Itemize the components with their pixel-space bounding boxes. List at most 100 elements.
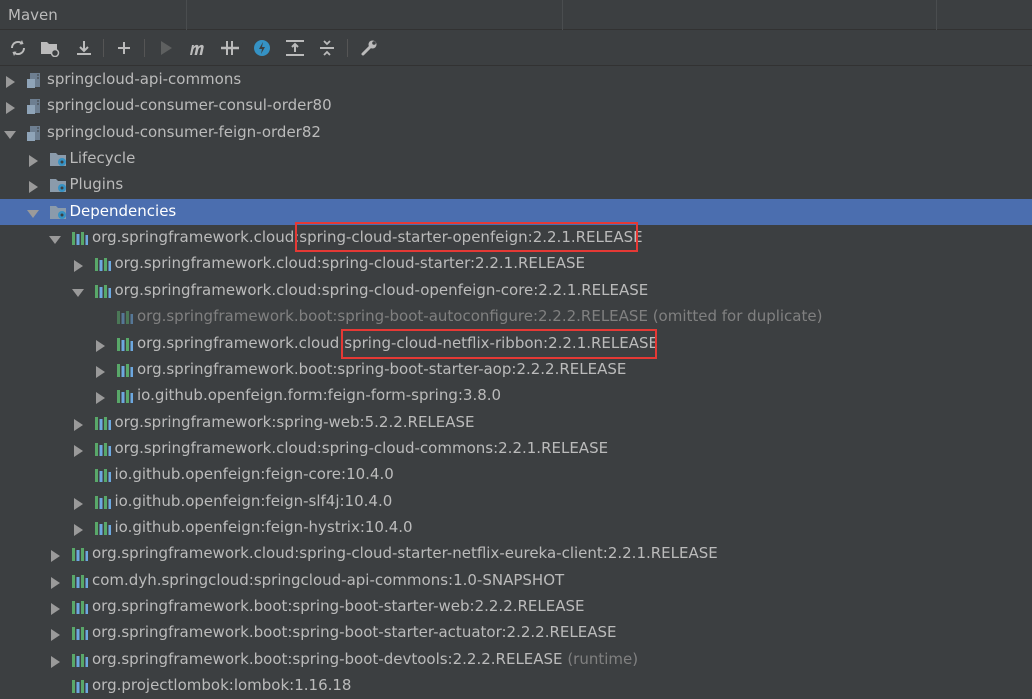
node-icon [116,308,134,326]
expand-toggle[interactable] [49,575,61,589]
dependency-row[interactable]: com.dyh.springcloud:springcloud-api-comm… [0,568,1032,594]
plugins-node[interactable]: Plugins [0,172,1032,198]
maven-projects-tree[interactable]: org.projectlombok:lombok:1.16.18 org.spri… [0,67,1032,695]
toolbar-separator [103,39,104,57]
node-label: org.projectlombok:lombok:1.16.18 [92,676,351,694]
expand-toggle[interactable] [27,153,39,168]
lifecycle-node[interactable]: Lifecycle [0,146,1032,172]
node-label: org.springframework.boot:spring-boot-sta… [137,360,626,378]
run-button[interactable] [154,36,178,60]
maven-module-icon [27,125,40,141]
expand-toggle[interactable] [49,627,61,642]
settings-icon [361,40,377,56]
dependency-row[interactable]: org.springframework.boot:spring-boot-aut… [0,304,1032,330]
project-springcloud-consumer-consul-order80[interactable]: springcloud-consumer-consul-order80 [0,93,1032,119]
add-maven-projects-icon [41,42,60,57]
folder-config-icon [49,205,66,219]
expand-toggle[interactable] [72,522,84,536]
dependency-row[interactable]: org.projectlombok:lombok:1.16.18 [0,673,1032,699]
expand-toggle[interactable] [72,496,84,510]
node-label: Dependencies [70,202,177,220]
collapsed-arrow-icon [51,629,60,642]
expand-toggle[interactable] [49,548,61,563]
collapse-toggle[interactable] [49,232,61,245]
node-label-group: org.springframework.cloud: [137,333,345,352]
library-icon [72,548,88,562]
expand-toggle[interactable] [94,338,106,352]
dependency-row[interactable]: org.springframework.boot:spring-boot-sta… [0,357,1032,383]
library-icon [117,390,133,404]
expand-toggle[interactable] [72,443,84,457]
expand-toggle[interactable] [72,417,84,431]
node-label: springcloud-consumer-feign-order82 [47,123,321,141]
download-sources-icon [77,41,91,55]
collapse-all-button[interactable] [315,36,339,60]
expand-toggle[interactable] [94,390,106,405]
node-label: io.github.openfeign:feign-slf4j:10.4.0 [115,492,393,510]
run-icon [161,41,172,55]
dependency-row[interactable]: org.springframework:spring-web:5.2.2.REL… [0,410,1032,436]
plus-button[interactable] [112,36,136,60]
node-label: io.github.openfeign.form:feign-form-spri… [137,386,501,404]
expand-toggle[interactable] [94,364,106,378]
panel-title: Maven [8,6,58,24]
dependency-row[interactable]: org.springframework.cloud:spring-cloud-c… [0,436,1032,462]
dependencies-node[interactable]: Dependencies [0,198,1032,225]
expand-toggle[interactable] [49,654,61,668]
node-icon [116,361,134,379]
toggle-offline-icon [221,41,239,55]
library-icon [94,469,111,483]
expand-toggle[interactable] [4,74,16,88]
node-icon [94,440,112,458]
node-label-text: Dependencies [69,201,177,220]
skip-tests-button[interactable] [250,36,274,60]
add-maven-projects-button[interactable] [38,36,62,60]
dependency-row[interactable]: org.springframework.boot:spring-boot-dev… [0,647,1032,673]
dependency-row[interactable]: org.springframework.boot:spring-boot-sta… [0,594,1032,620]
toggle-offline-button[interactable] [218,36,242,60]
node-label: org.springframework.boot:spring-boot-dev… [92,650,638,668]
node-label: springcloud-consumer-consul-order80 [47,96,332,114]
collapsed-arrow-icon [28,155,38,168]
library-icon [94,521,111,535]
dependency-row[interactable]: org.springframework.cloud:spring-cloud-o… [0,278,1032,304]
collapse-toggle[interactable] [4,127,16,139]
expand-toggle[interactable] [4,100,16,115]
node-label-text: org.projectlombok:lombok:1.16.18 [92,676,352,695]
reload-button[interactable] [6,36,30,60]
show-dependencies-button[interactable] [283,36,307,60]
library-icon [117,337,133,351]
dependency-row[interactable]: org.springframework.cloud:spring-cloud-s… [0,541,1032,567]
node-label: org.springframework.cloud:spring-cloud-c… [115,439,609,457]
dependency-row[interactable]: io.github.openfeign:feign-hystrix:10.4.0 [0,515,1032,541]
collapsed-arrow-icon [73,444,83,457]
node-label: Plugins [70,175,124,193]
maven-module-icon [27,99,40,115]
collapse-toggle[interactable] [71,285,84,297]
node-label: org.springframework.boot:spring-boot-sta… [92,597,585,615]
collapsed-arrow-icon [73,260,83,273]
dependency-row[interactable]: io.github.openfeign:feign-core:10.4.0 [0,462,1032,488]
expand-toggle[interactable] [27,179,39,194]
library-icon [94,416,111,430]
collapsed-arrow-icon [96,365,105,378]
expand-toggle[interactable] [49,601,61,615]
red-highlight-box [295,222,638,252]
collapse-toggle[interactable] [26,206,39,218]
dependency-row[interactable]: io.github.openfeign.form:feign-form-spri… [0,383,1032,409]
dependency-row[interactable]: io.github.openfeign:feign-slf4j:10.4.0 [0,489,1032,515]
node-icon [71,229,89,247]
node-label: org.springframework.boot:spring-boot-sta… [92,623,616,641]
dependency-row[interactable]: org.springframework.cloud:spring-cloud-s… [0,251,1032,277]
settings-button[interactable] [357,36,381,60]
execute-goal-button[interactable] [186,36,210,60]
project-springcloud-consumer-feign-order82[interactable]: springcloud-consumer-feign-order82 [0,120,1032,146]
dependency-row[interactable]: org.springframework.boot:spring-boot-sta… [0,620,1032,646]
node-icon [71,572,89,590]
library-icon [72,574,88,588]
collapse-all-icon [320,40,334,56]
download-sources-button[interactable] [72,36,96,60]
show-dependencies-icon [286,40,304,56]
project-springcloud-api-commons[interactable]: springcloud-api-commons [0,67,1032,93]
expand-toggle[interactable] [72,258,84,273]
